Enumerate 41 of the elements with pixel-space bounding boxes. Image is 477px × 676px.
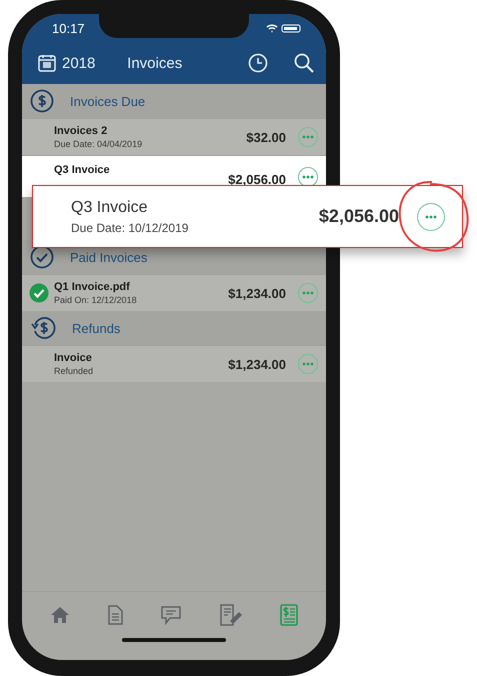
more-icon	[302, 291, 314, 295]
year-selector[interactable]: 2018	[62, 54, 96, 72]
invoice-detail: Refunded	[54, 366, 94, 376]
invoice-name: Invoice	[54, 352, 93, 364]
more-icon	[302, 174, 314, 178]
invoice-detail: Due Date: 04/04/2019	[54, 139, 144, 149]
status-time: 10:17	[52, 20, 85, 36]
invoice-amount: $32.00	[246, 130, 286, 144]
more-icon	[302, 135, 314, 139]
invoice-row[interactable]: Invoice Refunded $1,234.00	[22, 345, 326, 382]
chat-icon	[160, 605, 182, 625]
more-button[interactable]	[417, 202, 445, 230]
invoice-name: Q3 Invoice	[71, 198, 148, 216]
invoice-row[interactable]: Q1 Invoice.pdf Paid On: 12/12/2018 $1,234.00	[22, 274, 326, 311]
section-title: Invoices Due	[70, 94, 146, 108]
check-circle-icon	[30, 245, 54, 269]
invoice-detail: Paid On: 12/12/2018	[54, 295, 138, 305]
clock-icon[interactable]	[248, 53, 268, 73]
more-icon	[423, 214, 439, 218]
screen-title: Invoices	[126, 54, 184, 72]
refund-icon	[30, 316, 56, 340]
invoice-icon	[280, 604, 298, 626]
invoice-amount: $1,234.00	[228, 356, 286, 372]
invoice-detail: Due Date: 10/12/2019	[71, 220, 190, 234]
document-icon	[107, 605, 124, 625]
invoice-row[interactable]: Invoices 2 Due Date: 04/04/2019 $32.00	[22, 118, 326, 155]
invoice-name: Invoices 2	[54, 125, 108, 137]
more-icon	[302, 362, 314, 366]
invoice-amount: $2,056.00	[318, 206, 399, 227]
invoice-amount: $1,234.00	[228, 286, 286, 300]
section-title: Paid Invoices	[70, 250, 148, 264]
search-icon[interactable]	[294, 53, 314, 73]
dollar-circle-icon	[30, 89, 54, 113]
tab-button[interactable]	[278, 602, 300, 628]
check-document-icon	[218, 604, 243, 626]
invoice-name: Q1 Invoice.pdf	[54, 281, 131, 293]
home-icon	[50, 606, 70, 624]
invoice-amount: $2,056.00	[228, 172, 286, 189]
section-title: Refunds	[72, 320, 120, 336]
invoice-name: Q3 Invoice	[54, 164, 111, 176]
calendar-icon[interactable]	[38, 54, 56, 72]
